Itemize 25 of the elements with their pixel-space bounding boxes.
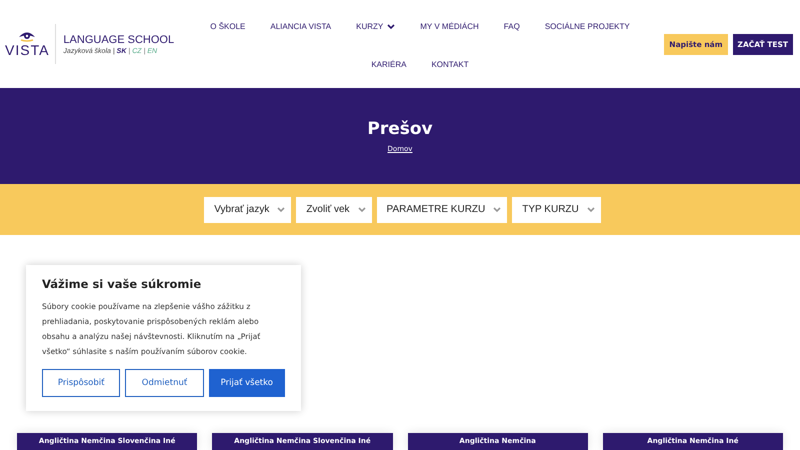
vista-logo[interactable]: VISTA [5,24,56,64]
filter-dropdown[interactable]: Vybrať jazyk [204,196,292,222]
caret-icon [277,206,286,212]
caret-icon [493,206,502,212]
nav-link[interactable]: O ŠKOLE [210,19,246,35]
nav-link[interactable]: KONTAKT [431,57,469,73]
school-name: LANGUAGE SCHOOL [63,34,174,46]
cookie-button[interactable]: Prijať všetko [208,369,285,397]
nav-link[interactable]: KARIÉRA [371,57,406,73]
nav-link[interactable]: KURZY [356,19,396,35]
cookie-button[interactable]: Prispôsobiť [42,369,120,397]
nav-link[interactable]: MY V MÉDIÁCH [420,19,479,35]
filter-dropdown[interactable]: PARAMETRE KURZU [376,196,508,222]
nav-link[interactable]: SOCIÁLNE PROJEKTY [544,19,630,35]
eye-icon [18,30,36,42]
filter-dropdown[interactable]: TYP KURZU [512,196,601,222]
nav-link[interactable]: FAQ [504,19,520,35]
nav-link[interactable]: ALIANCIA VISTA [270,19,332,35]
dialog-title: Vážime si vaše súkromie [42,277,202,291]
caret-icon [586,206,595,212]
caret-icon [358,206,366,212]
filter-dropdown[interactable]: Zvoliť vek [296,196,372,222]
logo-wordmark: VISTA [5,42,50,58]
cookie-button[interactable]: Odmietnuť [125,369,204,397]
page-title: Prešov [367,119,433,139]
